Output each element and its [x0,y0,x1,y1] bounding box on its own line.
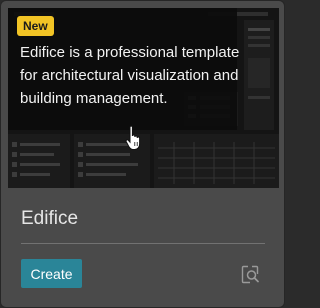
template-description: Edifice is a professional template for a… [20,44,240,107]
divider [21,243,265,244]
new-badge: New [17,16,54,36]
preview-search-icon[interactable] [241,265,260,284]
create-button[interactable]: Create [21,259,82,288]
template-title: Edifice [21,208,79,229]
template-thumbnail[interactable]: New Edifice is a professional template f… [8,8,279,188]
template-card[interactable]: New Edifice is a professional template f… [0,0,285,308]
hand-pointer-cursor-icon [125,125,141,150]
